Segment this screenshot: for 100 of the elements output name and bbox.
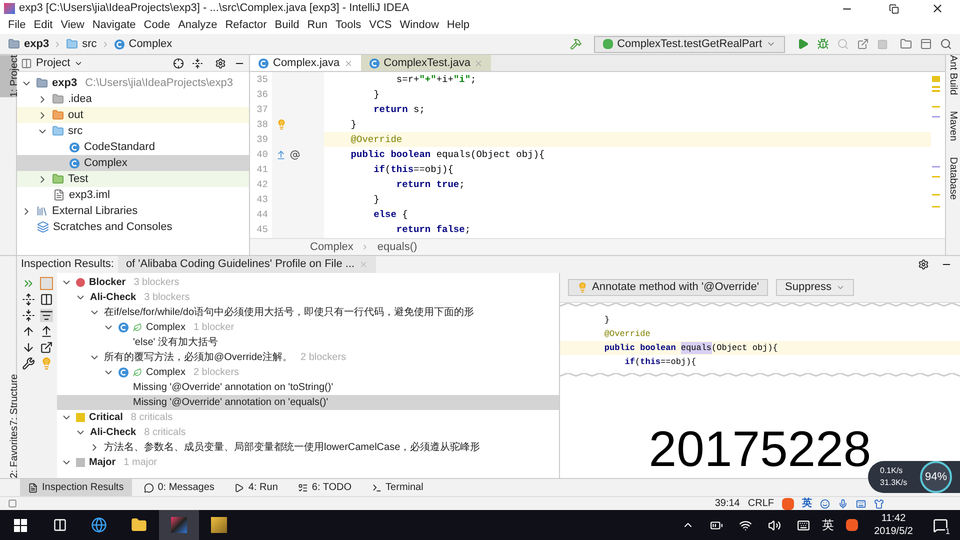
run-config-dropdown[interactable]: ComplexTest.testGetRealPart: [594, 36, 785, 52]
tree-row[interactable]: Ali-Check 8 criticals: [57, 425, 559, 440]
tree-row[interactable]: 在if/else/for/while/do语句中必须使用大括号，即使只有一行代码，避免使用下面的形: [57, 305, 559, 320]
tree-row[interactable]: Test: [17, 171, 249, 187]
wrench-icon[interactable]: [22, 357, 34, 370]
run-icon[interactable]: [797, 38, 809, 50]
panel-title[interactable]: Project: [36, 54, 70, 72]
debug-icon[interactable]: [817, 38, 829, 50]
tree-row[interactable]: Complex: [17, 155, 249, 171]
skin-icon[interactable]: [874, 498, 884, 508]
tool-window-tab[interactable]: Maven: [938, 111, 960, 142]
suppress-dropdown[interactable]: Suppress: [776, 279, 854, 296]
breadcrumb-link[interactable]: exp3: [24, 36, 50, 52]
tree-row[interactable]: .idea: [17, 91, 249, 107]
file-explorer-icon[interactable]: [131, 517, 147, 533]
profile-icon[interactable]: [857, 38, 869, 50]
clock[interactable]: 11:42 2019/5/2: [874, 512, 913, 538]
tool-window-tab[interactable]: 4: Run: [226, 479, 286, 496]
next-icon[interactable]: [22, 341, 34, 354]
tree-row[interactable]: Missing '@Override' annotation on 'equals()': [57, 395, 559, 410]
input-language[interactable]: 英: [822, 516, 834, 534]
annotation-icon[interactable]: [290, 150, 300, 160]
menu-item[interactable]: View: [56, 17, 88, 34]
project-structure-icon[interactable]: [900, 38, 912, 50]
settings-icon[interactable]: [918, 259, 929, 270]
breadcrumb-link[interactable]: Complex: [128, 36, 172, 52]
wifi-icon[interactable]: [739, 518, 752, 532]
filter-icon[interactable]: [40, 309, 52, 322]
menu-item[interactable]: Navigate: [88, 17, 140, 34]
battery-icon[interactable]: [710, 518, 724, 532]
tree-row[interactable]: exp3.iml: [17, 187, 249, 203]
volume-icon[interactable]: [768, 518, 782, 532]
group-by-directory-icon[interactable]: [40, 293, 52, 306]
results-tab[interactable]: of 'Alibaba Coding Guidelines' Profile on File ...: [118, 256, 376, 273]
touch-keyboard-icon[interactable]: [797, 518, 810, 532]
tree-row[interactable]: exp3 C:\Users\jia\IdeaProjects\exp3: [17, 75, 249, 91]
breadcrumb-link[interactable]: equals(): [377, 238, 418, 256]
menu-item[interactable]: Refactor: [221, 17, 271, 34]
microphone-icon[interactable]: [838, 498, 848, 508]
tree-row[interactable]: out: [17, 107, 249, 123]
line-separator[interactable]: CRLF: [748, 496, 774, 511]
breadcrumb-link[interactable]: Complex: [310, 238, 354, 256]
menu-item[interactable]: Build: [270, 17, 304, 34]
previous-icon[interactable]: [22, 325, 34, 338]
tree-row[interactable]: Major 1 major: [57, 455, 559, 470]
expand-all-icon[interactable]: [22, 293, 34, 306]
tree-row[interactable]: 'else' 没有加大括号: [57, 335, 559, 350]
close-icon[interactable]: [931, 2, 944, 15]
tree-row[interactable]: External Libraries: [17, 203, 249, 219]
keyboard-icon[interactable]: [856, 498, 866, 508]
tree-row[interactable]: Ali-Check 3 blockers: [57, 290, 559, 305]
menu-item[interactable]: Tools: [331, 17, 366, 34]
build-icon[interactable]: [570, 38, 582, 50]
tool-window-tab[interactable]: Database: [938, 157, 960, 200]
restore-icon[interactable]: [889, 4, 899, 14]
tree-row[interactable]: Missing '@Override' annotation on 'toString()': [57, 380, 559, 395]
breadcrumb-link[interactable]: src: [82, 36, 97, 52]
tool-window-tab[interactable]: 0: Messages: [136, 479, 222, 496]
editor-tab[interactable]: ComplexTest.java: [360, 55, 492, 71]
caret-position[interactable]: 39:14: [714, 496, 740, 511]
layout-icon[interactable]: [920, 38, 932, 50]
tool-window-tab[interactable]: Terminal: [364, 479, 432, 496]
locate-icon[interactable]: [173, 58, 184, 68]
menu-item[interactable]: File: [4, 17, 30, 34]
windows-logo-icon[interactable]: [14, 518, 27, 532]
menu-item[interactable]: Help: [442, 17, 474, 34]
tree-row[interactable]: src: [17, 123, 249, 139]
overrides-icon[interactable]: [276, 150, 286, 160]
tool-windows-icon[interactable]: [8, 499, 17, 508]
editor-tab[interactable]: Complex.java: [250, 55, 361, 71]
menu-item[interactable]: Edit: [30, 17, 57, 34]
search-icon[interactable]: [940, 38, 952, 50]
browser-icon[interactable]: [91, 517, 107, 533]
menu-item[interactable]: Window: [396, 17, 443, 34]
tool-window-tab[interactable]: 6: TODO: [290, 479, 360, 496]
tree-row[interactable]: Complex 2 blockers: [57, 365, 559, 380]
tool-window-tab[interactable]: 2: Favorites: [0, 426, 16, 478]
tree-row[interactable]: Blocker 3 blockers: [57, 275, 559, 290]
tree-row[interactable]: 方法名、参数名、成员变量、局部变量都统一使用lowerCamelCase，必须遵从驼峰形: [57, 440, 559, 455]
menu-item[interactable]: VCS: [365, 17, 396, 34]
autoscroll-icon[interactable]: [40, 325, 52, 338]
group-toggle-icon[interactable]: [40, 277, 52, 290]
tree-row[interactable]: Scratches and Consoles: [17, 219, 249, 235]
settings-icon[interactable]: [215, 58, 226, 68]
menu-item[interactable]: Run: [303, 17, 332, 34]
tree-row[interactable]: 所有的覆写方法，必须加@Override注解。 2 blockers: [57, 350, 559, 365]
ime-mode[interactable]: 英: [802, 496, 812, 511]
notifications-icon[interactable]: [933, 518, 948, 532]
collapse-all-icon[interactable]: [192, 58, 203, 68]
export-icon[interactable]: [40, 341, 52, 354]
collapse-all-icon[interactable]: [22, 309, 34, 322]
tree-row[interactable]: CodeStandard: [17, 139, 249, 155]
tree-row[interactable]: Critical 8 criticals: [57, 410, 559, 425]
ime-logo-icon[interactable]: [846, 519, 858, 531]
task-view-icon[interactable]: [53, 518, 67, 532]
menu-item[interactable]: Analyze: [174, 17, 222, 34]
tool-window-tab[interactable]: Inspection Results: [20, 479, 132, 496]
menu-item[interactable]: Code: [140, 17, 174, 34]
tool-window-tab[interactable]: 7: Structure: [0, 374, 16, 426]
tool-window-tab[interactable]: Ant Build: [938, 55, 960, 96]
